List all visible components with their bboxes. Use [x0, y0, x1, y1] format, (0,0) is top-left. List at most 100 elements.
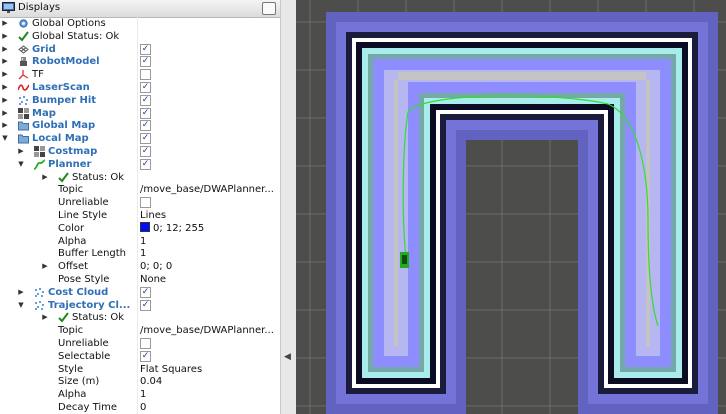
tree-row-label: Decay Time	[58, 402, 118, 413]
expand-arrow-icon[interactable]: ▶	[1, 107, 9, 120]
property-value[interactable]: 0	[140, 401, 278, 414]
collapse-arrow-icon[interactable]: ▼	[17, 299, 25, 312]
laser-scan-icon	[18, 84, 29, 91]
expand-arrow-icon[interactable]: ▶	[1, 43, 9, 56]
tree-row-label: Pose Style	[58, 274, 110, 285]
enabled-checkbox-checked[interactable]: ✓	[140, 350, 151, 362]
expand-arrow-icon[interactable]: ▶	[1, 119, 9, 132]
tree-row-label: Bumper Hit	[32, 94, 97, 106]
enabled-checkbox-checked[interactable]: ✓	[140, 299, 151, 311]
tree-row-planner[interactable]: ▼ Planner ✓	[0, 158, 280, 171]
tree-row-unreliable[interactable]: Unreliable	[0, 337, 280, 350]
tree-row-global-map[interactable]: ▶ Global Map ✓	[0, 119, 280, 132]
tree-row-unreliable[interactable]: Unreliable	[0, 196, 280, 209]
tree-row-size-m[interactable]: Size (m) 0.04	[0, 375, 280, 388]
displays-title-bar: Displays	[0, 0, 280, 18]
tree-row-tf[interactable]: ▶ TF	[0, 68, 280, 81]
tree-row-robotmodel[interactable]: ▶ RobotModel ✓	[0, 55, 280, 68]
tree-row-label: Line Style	[58, 210, 108, 221]
property-value[interactable]: 0; 0; 0	[140, 260, 278, 273]
tree-row-selectable[interactable]: Selectable ✓	[0, 350, 280, 363]
enabled-checkbox-checked[interactable]: ✓	[140, 133, 151, 145]
tree-row-global-status-ok[interactable]: ▶ Global Status: Ok	[0, 30, 280, 43]
property-value-text: 0; 12; 255	[153, 222, 205, 234]
expand-arrow-icon[interactable]: ▶	[1, 30, 9, 43]
enabled-checkbox-checked[interactable]: ✓	[140, 107, 151, 119]
expand-arrow-icon[interactable]: ▶	[17, 145, 25, 158]
expand-arrow-icon[interactable]: ▶	[1, 55, 9, 68]
tree-row-label: Map	[32, 107, 56, 119]
tree-row-decay-time[interactable]: Decay Time 0	[0, 401, 280, 414]
property-value[interactable]: 1	[140, 247, 278, 260]
enabled-checkbox[interactable]	[140, 69, 151, 81]
enabled-checkbox-checked[interactable]: ✓	[140, 82, 151, 93]
collapse-arrow-icon[interactable]: ▼	[17, 158, 25, 171]
tree-row-label: Alpha	[58, 235, 87, 247]
expand-arrow-icon[interactable]: ▶	[1, 68, 9, 81]
tree-row-label: TF	[32, 69, 44, 81]
collapse-arrow-icon[interactable]: ▼	[1, 132, 9, 145]
tree-row-grid[interactable]: ▶ Grid ✓	[0, 43, 280, 56]
property-value[interactable]: /move_base/DWAPlanner...	[140, 183, 278, 196]
tree-row-cost-cloud[interactable]: ▶ Cost Cloud ✓	[0, 286, 280, 299]
property-value[interactable]: 0; 12; 255	[140, 221, 278, 235]
tree-row-local-map[interactable]: ▼ Local Map ✓	[0, 132, 280, 145]
tree-row-global-options[interactable]: ▶ Global Options	[0, 17, 280, 30]
point-cloud-icon	[19, 95, 28, 105]
tree-row-topic[interactable]: Topic/move_base/DWAPlanner...	[0, 183, 280, 196]
panel-float-button[interactable]	[262, 2, 276, 15]
tree-row-status-ok[interactable]: ▶ Status: Ok	[0, 171, 280, 184]
property-value[interactable]: 0.04	[140, 375, 278, 388]
tree-row-pose-style[interactable]: Pose Style None	[0, 273, 280, 286]
expand-arrow-icon[interactable]: ▶	[41, 311, 49, 324]
point-cloud-icon	[35, 287, 44, 297]
expand-arrow-icon[interactable]: ▶	[41, 171, 49, 184]
expand-arrow-icon[interactable]: ▶	[17, 286, 25, 299]
enabled-checkbox[interactable]	[140, 338, 151, 349]
tree-row-alpha[interactable]: Alpha 1	[0, 388, 280, 401]
tree-row-alpha[interactable]: Alpha 1	[0, 235, 280, 248]
property-value[interactable]: None	[140, 273, 278, 286]
tree-row-buffer-length[interactable]: Buffer Length 1	[0, 247, 280, 260]
tree-row-style[interactable]: Style Flat Squares	[0, 363, 280, 376]
expand-arrow-icon[interactable]: ▶	[41, 260, 49, 273]
enabled-checkbox-checked[interactable]: ✓	[140, 158, 151, 170]
tree-row-status-ok[interactable]: ▶ Status: Ok	[0, 311, 280, 324]
property-value[interactable]: 1	[140, 388, 278, 401]
tree-row-label: Status: Ok	[72, 171, 125, 183]
property-value-text: /move_base/DWAPlanner...	[140, 325, 274, 337]
folder-icon	[18, 121, 29, 131]
property-value-text: None	[140, 274, 167, 285]
enabled-checkbox-checked[interactable]: ✓	[140, 94, 151, 106]
tree-row-bumper-hit[interactable]: ▶ Bumper Hit ✓	[0, 94, 280, 107]
tree-row-offset[interactable]: ▶ Offset 0; 0; 0	[0, 260, 280, 273]
enabled-checkbox[interactable]	[140, 197, 151, 209]
property-value[interactable]: 1	[140, 235, 278, 248]
tree-row-laserscan[interactable]: ▶ LaserScan ✓	[0, 81, 280, 94]
robot-marker-core	[402, 255, 407, 264]
property-value[interactable]: Flat Squares	[140, 363, 278, 376]
map-viewport-3d[interactable]	[296, 0, 726, 414]
enabled-checkbox-checked[interactable]: ✓	[140, 56, 151, 68]
tree-row-costmap[interactable]: ▶ Costmap ✓	[0, 145, 280, 158]
tree-row-map[interactable]: ▶ Map ✓	[0, 107, 280, 120]
tree-row-label: Grid	[32, 43, 56, 55]
enabled-checkbox-checked[interactable]: ✓	[140, 286, 151, 298]
expand-arrow-icon[interactable]: ▶	[1, 81, 9, 94]
tree-row-label: Topic	[58, 325, 84, 337]
tree-row-label: Buffer Length	[58, 248, 127, 260]
tree-row-color[interactable]: Color 0; 12; 255	[0, 221, 280, 235]
expand-arrow-icon[interactable]: ▶	[1, 94, 9, 107]
property-value-text: Flat Squares	[140, 363, 203, 375]
enabled-checkbox-checked[interactable]: ✓	[140, 146, 151, 157]
enabled-checkbox-checked[interactable]: ✓	[140, 43, 151, 55]
expand-arrow-icon[interactable]: ▶	[1, 17, 9, 30]
tree-row-line-style[interactable]: Line Style Lines	[0, 209, 280, 222]
property-value[interactable]: /move_base/DWAPlanner...	[140, 324, 278, 337]
tree-row-trajectory-cl[interactable]: ▼ Trajectory Cl... ✓	[0, 299, 280, 312]
property-value[interactable]: Lines	[140, 209, 278, 222]
panel-splitter[interactable]: ◀	[280, 0, 297, 414]
tree-row-topic[interactable]: Topic/move_base/DWAPlanner...	[0, 324, 280, 337]
enabled-checkbox-checked[interactable]: ✓	[140, 120, 151, 132]
collapse-panel-arrow-icon[interactable]: ◀	[284, 352, 291, 362]
